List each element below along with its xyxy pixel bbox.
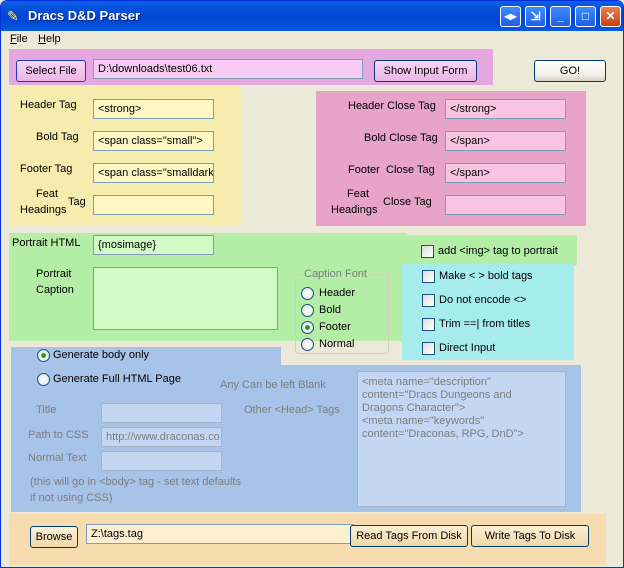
footer-close-tag-input[interactable]: </span> (445, 163, 566, 183)
caption-font-title: Caption Font (302, 268, 369, 280)
trim-checkbox[interactable] (422, 318, 435, 331)
title-bar[interactable]: ✎ Dracs D&D Parser ◂▸ ⇲ _ □ ✕ (1, 1, 623, 31)
maximize-button[interactable]: □ (575, 6, 596, 27)
caption-font-bold-radio[interactable] (301, 304, 314, 317)
caption-font-footer-label: Footer (319, 321, 351, 333)
select-file-button[interactable]: Select File (16, 60, 86, 82)
close-tags-panel: Header Close Tag </strong> Bold Close Ta… (316, 91, 586, 226)
add-img-label: add <img> tag to portrait (438, 245, 558, 257)
generate-body-only-radio[interactable] (37, 349, 50, 362)
feat-close-line1: Feat (347, 188, 370, 200)
direct-input-label: Direct Input (439, 342, 496, 354)
trim-label: Trim ==| from titles (439, 318, 531, 330)
any-blank-label: Any Can be left Blank (220, 379, 326, 391)
caption-font-footer-radio[interactable] (301, 321, 314, 334)
file-select-panel: Select File D:\downloads\test06.txt Show… (9, 49, 493, 85)
header-tag-input[interactable]: <strong> (93, 99, 214, 119)
read-tags-button[interactable]: Read Tags From Disk (350, 525, 468, 547)
note-line2: if not using CSS) (30, 492, 113, 504)
options-panel: Make < > bold tags Do not encode <> Trim… (402, 263, 574, 360)
tags-file-panel: Browse Z:\tags.tag Read Tags From Disk W… (9, 514, 606, 565)
bold-tag-label: Bold Tag (36, 131, 79, 143)
feat-headings-tag-input[interactable] (93, 195, 214, 215)
head-tags-textarea[interactable]: <meta name="description" content="Dracs … (357, 371, 566, 507)
note-line1: (this will go in <body> tag - set text d… (30, 476, 241, 488)
no-encode-checkbox[interactable] (422, 294, 435, 307)
feat-label-line2: Headings (20, 204, 67, 216)
menu-file-rest: ile (16, 33, 28, 45)
header-close-tag-input[interactable]: </strong> (445, 99, 566, 119)
footer-close-label-a: Footer (348, 164, 380, 176)
export-icon[interactable]: ⇲ (525, 6, 546, 27)
menu-help-rest: elp (45, 33, 61, 45)
portrait-html-label: Portrait HTML (12, 237, 81, 249)
bold-tags-checkbox[interactable] (422, 270, 435, 283)
close-button[interactable]: ✕ (600, 6, 621, 27)
bold-tags-label: Make < > bold tags (439, 270, 533, 282)
caption-font-header-label: Header (319, 287, 356, 299)
generate-full-radio[interactable] (37, 373, 50, 386)
menu-help-key: H (38, 33, 46, 45)
tags-path-field[interactable]: Z:\tags.tag (86, 524, 354, 544)
other-head-label: Other <Head> Tags (244, 404, 340, 416)
portrait-caption-line2: Caption (36, 284, 74, 296)
client-area: Select File D:\downloads\test06.txt Show… (5, 49, 619, 565)
feat-close-tag-label: Close Tag (383, 196, 432, 208)
generate-full-label: Generate Full HTML Page (53, 373, 181, 385)
bold-close-tag-label: Bold Close Tag (364, 132, 438, 144)
add-img-checkbox[interactable] (421, 245, 434, 258)
minimize-button[interactable]: _ (550, 6, 571, 27)
feat-close-line2: Headings (331, 204, 378, 216)
css-path-input[interactable]: http://www.draconas.co.uk (101, 427, 222, 447)
menu-file-key: F (10, 33, 17, 45)
normal-text-input[interactable] (101, 451, 222, 471)
show-input-form-button[interactable]: Show Input Form (374, 60, 477, 82)
title-label: Title (36, 404, 57, 416)
open-tags-panel: Header Tag <strong> Bold Tag <span class… (9, 85, 242, 226)
browse-button[interactable]: Browse (30, 526, 78, 548)
write-tags-button[interactable]: Write Tags To Disk (471, 525, 589, 547)
generate-body-only-label: Generate body only (53, 349, 150, 361)
add-img-panel: add <img> tag to portrait (407, 235, 577, 265)
caption-font-normal-radio[interactable] (301, 338, 314, 351)
feat-tag-label: Tag (68, 196, 86, 208)
caption-font-header-radio[interactable] (301, 287, 314, 300)
footer-close-label-b: Close Tag (386, 164, 435, 176)
header-close-tag-label: Header Close Tag (348, 100, 436, 112)
bold-close-tag-input[interactable]: </span> (445, 131, 566, 151)
portrait-panel: Portrait HTML {mosimage} Portrait Captio… (9, 233, 407, 354)
direct-input-checkbox[interactable] (422, 342, 435, 355)
title-input[interactable] (101, 403, 222, 423)
app-window: ✎ Dracs D&D Parser ◂▸ ⇲ _ □ ✕ File Help … (0, 0, 624, 568)
caption-font-normal-label: Normal (319, 338, 355, 350)
restore-toggle-icon[interactable]: ◂▸ (500, 6, 521, 27)
menu-file[interactable]: File (10, 33, 28, 45)
footer-tag-input[interactable]: <span class="smalldark"> (93, 163, 214, 183)
menu-help[interactable]: Help (38, 33, 61, 45)
window-title: Dracs D&D Parser (28, 8, 141, 23)
go-button[interactable]: GO! (534, 60, 606, 82)
normal-text-label: Normal Text (28, 452, 87, 464)
file-path-field[interactable]: D:\downloads\test06.txt (93, 59, 363, 79)
menu-bar: File Help (1, 31, 623, 49)
bold-tag-input[interactable]: <span class="small"> (93, 131, 214, 151)
dragon-icon: ✎ (7, 8, 19, 24)
css-path-label: Path to CSS (28, 429, 89, 441)
feat-headings-close-tag-input[interactable] (445, 195, 566, 215)
footer-tag-label: Footer Tag (20, 163, 73, 175)
no-encode-label: Do not encode <> (439, 294, 527, 306)
portrait-caption-textarea[interactable] (93, 267, 278, 330)
feat-label-line1: Feat (36, 188, 59, 200)
header-tag-label: Header Tag (20, 99, 77, 111)
caption-font-bold-label: Bold (319, 304, 342, 316)
portrait-html-input[interactable]: {mosimage} (93, 235, 214, 255)
portrait-caption-line1: Portrait (36, 268, 72, 280)
